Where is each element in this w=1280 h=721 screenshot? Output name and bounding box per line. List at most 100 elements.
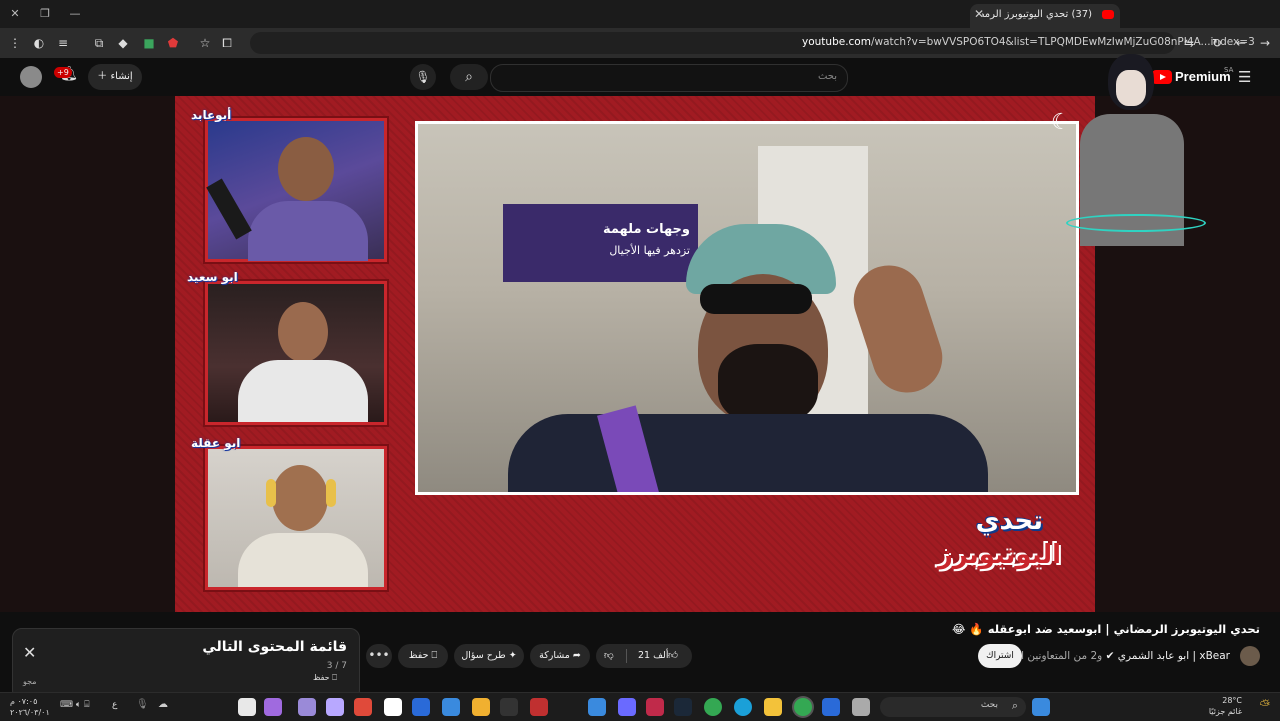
video-details: تحدي اليوتيوبرز الرمضاني | ابوسعيد ضد اب…	[0, 612, 1280, 700]
weather-desc: غائم جزئيًا	[1208, 707, 1242, 716]
region-code: SA	[1224, 66, 1234, 74]
avatar-face	[1116, 70, 1146, 106]
playlist-count: 3 / 7	[326, 661, 347, 671]
language-indicator[interactable]: ع	[112, 700, 117, 710]
app-icon-9[interactable]	[472, 698, 490, 716]
account-avatar[interactable]	[20, 66, 42, 88]
weather-widget[interactable]: 28°C غائم جزئيًا	[1209, 695, 1242, 717]
epic-games-icon[interactable]	[500, 698, 518, 716]
app-icon-3[interactable]	[298, 698, 316, 716]
challenge-logo-line-2: اليوتيوبرز	[937, 540, 1061, 570]
app-icon-2[interactable]	[264, 698, 282, 716]
tray-icons[interactable]: ⌨ 🔈︎ ⌸	[60, 700, 90, 710]
chrome-icon[interactable]	[704, 698, 722, 716]
edge-icon[interactable]	[734, 698, 752, 716]
notification-badge: +9	[54, 67, 72, 78]
minimize-window-icon[interactable]: —	[60, 0, 90, 28]
forward-icon[interactable]: →	[1256, 34, 1274, 52]
extension-icon[interactable]: ◐	[30, 34, 48, 52]
search-input[interactable]: بحث	[490, 64, 848, 92]
install-app-icon[interactable]: ⧠	[218, 34, 236, 52]
steam-icon[interactable]	[674, 698, 692, 716]
bookmark-icon: ⎕	[431, 650, 438, 661]
create-button[interactable]: ＋ إنشاء	[88, 64, 142, 90]
sunglasses	[700, 284, 812, 314]
window-title-bar: ✕ ❐ — + ✕ (37) تحدي اليوتيوبرز الرمضانـ	[0, 0, 1280, 28]
person-head	[272, 465, 328, 531]
puzzle-icon[interactable]: ⧉	[90, 34, 108, 52]
app-icon-11[interactable]	[530, 698, 548, 716]
channel-avatar[interactable]	[1240, 646, 1260, 666]
plus-icon: ＋	[97, 71, 108, 82]
browser-tab[interactable]: ✕ (37) تحدي اليوتيوبرز الرمضانـ	[970, 4, 1120, 28]
store-icon[interactable]	[822, 698, 840, 716]
ask-button[interactable]: طرح سؤال ✦	[454, 644, 524, 668]
like-separator	[626, 649, 627, 663]
hamburger-menu-icon[interactable]: ☰	[1238, 68, 1251, 86]
video-frame: أبوعابد ابو سعيد ابو عقلة وجهات ملهمة تز…	[175, 96, 1095, 612]
close-window-icon[interactable]: ✕	[0, 0, 30, 28]
like-dislike-group: 👎︎ 21 ألف 👍︎	[596, 644, 692, 668]
reader-icon[interactable]: ≡	[54, 34, 72, 52]
like-count[interactable]: 21 ألف	[638, 644, 668, 668]
windows-start-icon[interactable]	[1032, 698, 1050, 716]
jacket	[508, 414, 988, 492]
close-icon[interactable]: ✕	[23, 643, 36, 662]
tab-title: (37) تحدي اليوتيوبرز الرمضانـ	[982, 9, 1092, 20]
bookmark-star-icon[interactable]: ☆	[196, 34, 214, 52]
app-icon-14[interactable]	[646, 698, 664, 716]
app-icon-12[interactable]	[588, 698, 606, 716]
search-icon: ⌕	[1011, 699, 1018, 712]
person-head	[278, 302, 328, 362]
cam-label-2: ابو سعيد	[187, 270, 238, 284]
avatar-ring	[1066, 214, 1206, 232]
create-label: إنشاء	[110, 71, 133, 82]
channel-name[interactable]: xBear | ابو عابد الشمري	[1118, 650, 1230, 662]
reload-icon[interactable]: ↻	[1208, 34, 1226, 52]
app-icon-7[interactable]	[412, 698, 430, 716]
headphones-right	[326, 479, 336, 507]
search-button[interactable]: ⌕	[450, 64, 488, 90]
dislike-icon[interactable]: 👎︎	[604, 644, 614, 668]
diamond-icon[interactable]: ◆	[114, 34, 132, 52]
subscribe-button[interactable]: اشتراك	[978, 644, 1022, 668]
voice-search-mic-icon[interactable]: 🎙︎	[410, 64, 436, 90]
taskbar-search-input[interactable]: بحث ⌕	[880, 697, 1026, 717]
mic-tray-icon[interactable]: 🎙︎	[136, 699, 149, 710]
back-icon[interactable]: ←	[1232, 34, 1250, 52]
share-button[interactable]: مشاركة ➦	[530, 644, 590, 668]
save-label: حفظ	[408, 650, 429, 661]
menu-dots-icon[interactable]: ⋮	[6, 34, 24, 52]
task-view-icon[interactable]	[852, 698, 870, 716]
challenge-logo: تحدي اليوتيوبرز	[927, 506, 1067, 586]
chrome-active-icon[interactable]	[794, 698, 812, 716]
windows-taskbar: ٠٧:٠٥ م ٢٠٢٦/٠٣/٠١ ⌨ 🔈︎ ⌸ ع 🎙︎ ☁︎ بحث ⌕ …	[0, 692, 1280, 721]
maximize-window-icon[interactable]: ❐	[30, 0, 60, 28]
discord-icon[interactable]	[618, 698, 636, 716]
clock-time: ٠٧:٠٥ م	[10, 697, 38, 706]
person-head	[278, 137, 334, 201]
file-explorer-icon[interactable]	[764, 698, 782, 716]
beard	[718, 344, 818, 424]
windows-store-icon[interactable]	[442, 698, 460, 716]
address-bar[interactable]: youtube.com/watch?v=bwVVSPO6TO4&list=TLP…	[250, 32, 1255, 54]
extension-badge-icon[interactable]: ■	[140, 34, 158, 52]
clock[interactable]: ٠٧:٠٥ م ٢٠٢٦/٠٣/٠١	[10, 696, 50, 718]
app-icon-1[interactable]	[238, 698, 256, 716]
onedrive-icon[interactable]: ☁︎	[158, 699, 168, 710]
channel-info[interactable]: xBear | ابو عابد الشمري ✔ و2 من المتعاون…	[992, 650, 1230, 662]
app-icon-6[interactable]	[384, 698, 402, 716]
more-actions-button[interactable]: •••	[366, 644, 392, 668]
save-button[interactable]: حفظ ⎕	[398, 644, 448, 668]
microphone-arm	[206, 178, 252, 240]
shield-icon[interactable]: ⬟	[164, 34, 182, 52]
app-icon-5[interactable]	[354, 698, 372, 716]
billboard-line-2: تزدهر فيها الأجيال	[609, 244, 690, 257]
webcam-abu-saeed	[205, 281, 387, 425]
like-icon[interactable]: 👍︎	[668, 644, 678, 668]
video-player[interactable]: أبوعابد ابو سعيد ابو عقلة وجهات ملهمة تز…	[0, 54, 1280, 612]
app-icon-4[interactable]	[326, 698, 344, 716]
search-placeholder: بحث	[817, 71, 837, 82]
billboard-line-1: وجهات ملهمة	[602, 222, 690, 237]
playlist-save-button[interactable]: حفظ ⎕	[313, 673, 337, 683]
